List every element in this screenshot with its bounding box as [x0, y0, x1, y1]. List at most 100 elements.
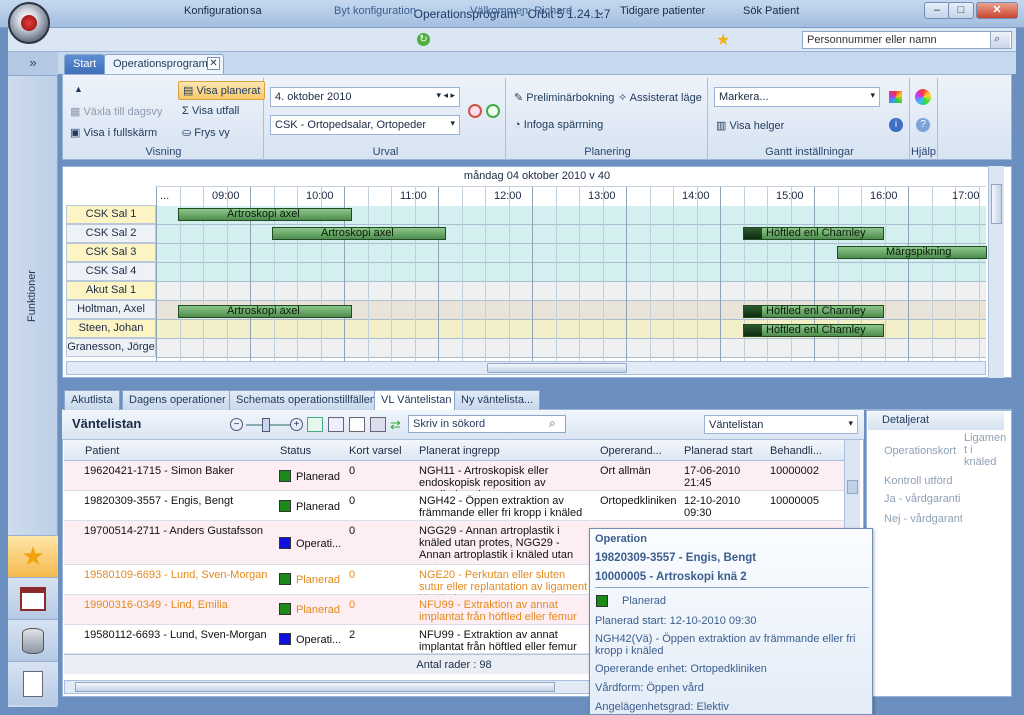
- close-button[interactable]: ✕: [976, 2, 1018, 19]
- cell-status: Planerad: [296, 574, 341, 586]
- switch-configuration-link[interactable]: Byt konfiguration: [334, 5, 416, 17]
- color-wheel-icon[interactable]: [915, 89, 931, 105]
- cell-status: Operati...: [296, 538, 342, 550]
- document-icon[interactable]: [349, 417, 365, 432]
- zoom-in-icon[interactable]: [486, 104, 500, 118]
- database-icon[interactable]: [8, 619, 58, 661]
- maximize-button[interactable]: □: [948, 2, 974, 19]
- cell-status: Planerad: [296, 471, 341, 483]
- gantt-booking-bar[interactable]: Artroskopi axel: [178, 208, 352, 221]
- close-tab-icon[interactable]: ✕: [207, 57, 220, 70]
- welcome-user[interactable]: Välkommen: Richard: [470, 5, 572, 17]
- detail-value: Ligamen t i knäled: [964, 432, 1007, 468]
- gantt-grid-line: [532, 187, 533, 362]
- gantt-hour: 12:00: [494, 190, 522, 202]
- date-picker[interactable]: 4. oktober 2010 ▾ ◂ ▸: [270, 87, 460, 107]
- column-header-start[interactable]: Planerad start: [684, 445, 752, 457]
- preliminary-booking-button[interactable]: ✎ Preliminärbokning: [514, 91, 614, 104]
- tab-operationsprogram[interactable]: Operationsprogram: [104, 54, 224, 74]
- gantt-row-label: CSK Sal 4: [66, 262, 156, 281]
- waitlist-search-input[interactable]: Skriv in sökord: [408, 415, 566, 433]
- gantt-hour: 09:00: [212, 190, 240, 202]
- export-excel-icon[interactable]: [307, 417, 323, 432]
- gantt-booking-bar[interactable]: Höftled enl Charnley: [743, 324, 884, 337]
- tab-akutlista[interactable]: Akutlista: [64, 390, 120, 410]
- gantt-hour: 15:00: [776, 190, 804, 202]
- tab-vl-vantelistan[interactable]: VL Väntelistan: [374, 390, 459, 410]
- cell-kort: 0: [349, 465, 356, 477]
- refresh-icon[interactable]: ↻: [417, 33, 430, 46]
- zoom-in-icon[interactable]: +: [290, 418, 303, 431]
- zoom-slider-handle[interactable]: [262, 418, 270, 432]
- show-outcome-button[interactable]: Σ Visa utfall: [182, 105, 239, 117]
- gantt-booking-bar[interactable]: Artroskopi axel: [272, 227, 446, 240]
- previous-patients-button[interactable]: Tidigare patienter: [620, 5, 705, 17]
- column-header-status[interactable]: Status: [280, 445, 311, 457]
- sidebar-expand-button[interactable]: »: [8, 52, 58, 76]
- search-icon[interactable]: ⌕: [990, 32, 1010, 48]
- column-header-kort-varsel[interactable]: Kort varsel: [349, 445, 402, 457]
- collapse-arrow-icon[interactable]: ▲: [74, 84, 83, 94]
- patient-search-input[interactable]: Personnummer eller namn: [802, 31, 1012, 49]
- detail-label: Nej - vårdgaranti: [884, 513, 962, 525]
- gantt-grid-line: [414, 187, 416, 362]
- app-logo-icon[interactable]: [8, 2, 50, 44]
- mark-select[interactable]: Markera... ▾: [714, 87, 880, 107]
- gantt-grid-line: [391, 187, 392, 362]
- gantt-horizontal-scrollbar[interactable]: [66, 361, 986, 375]
- gantt-grid-line: [579, 187, 580, 362]
- zoom-out-icon[interactable]: −: [230, 418, 243, 431]
- toggle-dayview-button[interactable]: ▦ Växla till dagsvy: [70, 105, 162, 118]
- configuration-label: Konfiguration: [184, 5, 249, 17]
- star-icon[interactable]: ★: [716, 30, 730, 50]
- gantt-vertical-scrollbar[interactable]: [988, 166, 1004, 378]
- column-header-behandling[interactable]: Behandli...: [770, 445, 822, 457]
- column-header-patient[interactable]: Patient: [85, 445, 119, 457]
- columns-icon[interactable]: [370, 417, 386, 432]
- tab-ny-vantelista[interactable]: Ny väntelista...: [454, 390, 541, 410]
- detail-label: Operationskort: [884, 445, 957, 457]
- gantt-booking-bar[interactable]: Höftled enl Charnley: [743, 305, 884, 318]
- gantt-booking-bar[interactable]: Höftled enl Charnley: [743, 227, 884, 240]
- fullscreen-button[interactable]: ▣ Visa i fullskärm: [70, 126, 157, 139]
- freeze-view-button[interactable]: ⛀ Frys vy: [182, 126, 230, 139]
- chevron-down-icon[interactable]: ⌄: [596, 5, 605, 18]
- tab-dagens-operationer[interactable]: Dagens operationer: [122, 390, 233, 410]
- status-planned-icon: [279, 500, 291, 512]
- gantt-hour: 10:00: [306, 190, 334, 202]
- gantt-booking-bar[interactable]: Märgspikning: [837, 246, 987, 259]
- unit-select[interactable]: CSK - Ortopedsalar, Ortopeder ▾: [270, 115, 460, 135]
- show-holidays-button[interactable]: ▥ Visa helger: [716, 119, 784, 132]
- search-icon[interactable]: ⌕: [549, 416, 556, 431]
- tooltip-title: Operation: [595, 533, 647, 545]
- info-icon[interactable]: i: [889, 118, 903, 132]
- cell-kort: 0: [349, 569, 356, 581]
- gantt-grid-line: [978, 187, 980, 362]
- gantt-hour: 17:00: [952, 190, 980, 202]
- gantt-date: måndag 04 oktober 2010 v 40: [463, 170, 611, 182]
- refresh-icon[interactable]: ⇄: [390, 417, 401, 433]
- insert-block-button[interactable]: ◔ Infoga spärrning: [514, 119, 603, 131]
- favorites-star-icon[interactable]: ★: [8, 535, 58, 577]
- color-grid-icon[interactable]: [889, 91, 902, 103]
- column-header-enhet[interactable]: Opererand...: [600, 445, 662, 457]
- status-planned-icon: [279, 573, 291, 585]
- zoom-out-icon[interactable]: [468, 104, 482, 118]
- minimize-button[interactable]: –: [924, 2, 950, 19]
- column-header-ingrepp[interactable]: Planerat ingrepp: [419, 445, 500, 457]
- print-icon[interactable]: [328, 417, 344, 432]
- tab-schemats-operationstillfallen[interactable]: Schemats operationstillfällen: [229, 390, 384, 410]
- calendar-icon[interactable]: [8, 577, 58, 619]
- gantt-booking-bar[interactable]: Artroskopi axel: [178, 305, 352, 318]
- help-icon[interactable]: ?: [916, 118, 930, 132]
- search-patient-label: Sök Patient: [743, 5, 800, 17]
- list-select[interactable]: Väntelistan ▾: [704, 415, 858, 434]
- tooltip-patient: 19820309-3557 - Engis, Bengt: [595, 552, 757, 564]
- assisted-mode-button[interactable]: ✧ Assisterat läge: [618, 91, 702, 104]
- document-icon[interactable]: [8, 661, 58, 705]
- gantt-grid-line: [485, 187, 486, 362]
- tab-start[interactable]: Start: [64, 54, 106, 74]
- cell-ingrepp: NGH42 - Öppen extraktion av främmande el…: [419, 495, 583, 519]
- show-planned-button[interactable]: ▤ Visa planerat: [178, 81, 266, 100]
- gantt-grid-line: [367, 187, 369, 362]
